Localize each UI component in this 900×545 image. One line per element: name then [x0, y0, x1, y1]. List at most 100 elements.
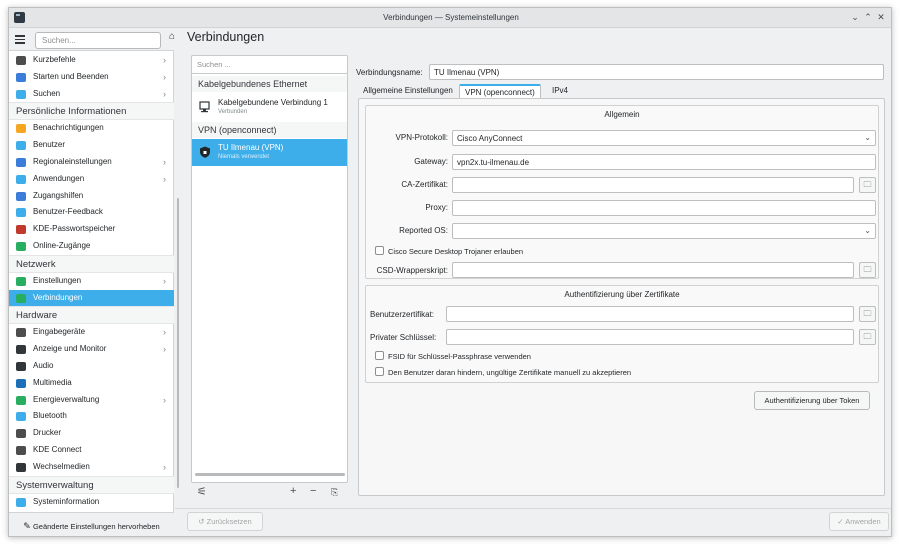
add-connection-icon[interactable]: + — [290, 485, 296, 497]
token-auth-button[interactable]: Authentifizierung über Token — [754, 391, 870, 410]
chevron-right-icon: › — [163, 327, 166, 338]
configure-connections-icon[interactable]: ⚟ — [197, 485, 207, 498]
sidebar-item-suchen[interactable]: Suchen › — [9, 86, 174, 103]
connection-category-ethernet: Kabelgebundenes Ethernet — [192, 76, 347, 92]
search-icon — [16, 89, 26, 99]
sidebar-item-kde-connect[interactable]: KDE Connect — [9, 442, 174, 459]
csd-script-input[interactable] — [452, 262, 854, 278]
checkbox-box[interactable] — [375, 246, 384, 255]
sidebar-item-label: Suchen — [33, 88, 61, 98]
minimize-icon[interactable]: ⌄ — [849, 11, 861, 23]
sidebar-item-anzeige-und-monitor[interactable]: Anzeige und Monitor › — [9, 341, 174, 358]
sidebar-item-multimedia[interactable]: Multimedia — [9, 375, 174, 392]
keyboard-icon — [16, 56, 26, 65]
connection-name-label: Verbindungsname: — [356, 68, 423, 77]
sidebar-item-drucker[interactable]: Drucker — [9, 425, 174, 442]
checkbox-box[interactable] — [375, 367, 384, 376]
vpn-shield-icon — [200, 146, 210, 158]
sidebar-item-audio[interactable]: Audio — [9, 358, 174, 375]
tab-ipv4[interactable]: IPv4 — [547, 84, 573, 99]
sidebar-item-kde-passwortspeicher[interactable]: KDE-Passwortspeicher — [9, 221, 174, 238]
csd-script-label: CSD-Wrapperskript: — [376, 266, 448, 275]
info-icon — [16, 497, 26, 507]
bell-icon — [16, 124, 26, 134]
prevent-user-label: Den Benutzer daran hindern, ungültige Ze… — [388, 368, 632, 377]
sidebar-item-label: Benutzer — [33, 140, 66, 150]
csd-trojan-checkbox[interactable]: Cisco Secure Desktop Trojaner erlauben — [375, 246, 523, 256]
user-cert-browse-button[interactable]: 🗀 — [859, 306, 876, 322]
user-cert-input[interactable] — [446, 306, 854, 322]
sidebar-item-zugangshilfen[interactable]: Zugangshilfen — [9, 188, 174, 205]
sidebar-item-label: Kurzbefehle — [33, 55, 76, 64]
hamburger-menu-icon[interactable] — [15, 35, 25, 44]
sidebar-item-einstellungen[interactable]: Einstellungen › — [9, 273, 174, 290]
apply-button[interactable]: ✓ Anwenden — [829, 512, 889, 531]
sidebar-item-verbindungen[interactable]: Verbindungen — [9, 289, 174, 307]
ca-cert-browse-button[interactable]: 🗀 — [859, 177, 876, 193]
pen-icon: ✎ — [23, 521, 31, 531]
sidebar-item-wechselmedien[interactable]: Wechselmedien › — [9, 459, 174, 476]
private-key-input[interactable] — [446, 329, 854, 345]
sidebar-item-label: Einstellungen — [33, 275, 82, 285]
gateway-input[interactable]: vpn2x.tu-ilmenau.de — [452, 154, 876, 170]
proxy-input[interactable] — [452, 200, 876, 216]
home-icon[interactable]: ⌂ — [169, 31, 180, 42]
sidebar-item-energieverwaltung[interactable]: Energieverwaltung › — [9, 392, 174, 409]
vpn-protocol-select[interactable]: Cisco AnyConnect ⌄ — [452, 130, 876, 146]
sidebar-item-anwendungen[interactable]: Anwendungen › — [9, 171, 174, 188]
gateway-label: Gateway: — [414, 157, 448, 166]
sidebar-item-label: Audio — [33, 360, 54, 370]
cert-auth-group-title: Authentifizierung über Zertifikate — [564, 290, 680, 299]
sidebar-item-systeminformation[interactable]: Systeminformation — [9, 494, 174, 511]
csd-trojan-label: Cisco Secure Desktop Trojaner erlauben — [388, 247, 524, 256]
title-bar: Verbindungen — Systemeinstellungen ⌄ ⌃ ✕ — [9, 8, 891, 28]
sidebar-item-label: Anwendungen — [33, 173, 85, 183]
sidebar-item-label: Regionaleinstellungen — [33, 156, 112, 166]
connection-item-vpn[interactable]: TU Ilmenau (VPN) Niemals verwendet — [192, 139, 347, 166]
tab-vpn-openconnect[interactable]: VPN (openconnect) — [459, 84, 541, 99]
sidebar-scrollbar[interactable] — [177, 198, 179, 488]
connection-name: TU Ilmenau (VPN) — [218, 143, 284, 152]
remove-connection-icon[interactable]: − — [310, 485, 316, 497]
chevron-right-icon: › — [163, 55, 166, 65]
checkbox-box[interactable] — [375, 351, 384, 360]
close-icon[interactable]: ✕ — [875, 11, 887, 23]
fsid-checkbox[interactable]: FSID für Schlüssel-Passphrase verwenden — [375, 351, 531, 361]
chevron-right-icon: › — [163, 88, 166, 99]
connection-status: Verbunden — [218, 109, 248, 115]
connection-list-scrollbar[interactable] — [195, 473, 345, 476]
phone-icon — [16, 445, 26, 455]
export-connection-icon[interactable]: ⎘ — [331, 487, 338, 498]
reported-os-select[interactable]: ⌄ — [452, 223, 876, 239]
sidebar-item-benutzer[interactable]: Benutzer — [9, 137, 174, 154]
sidebar-item-label: Multimedia — [33, 377, 72, 387]
connection-item-ethernet[interactable]: Kabelgebundene Verbindung 1 Verbunden — [192, 94, 347, 121]
reset-button[interactable]: ↺ Zurücksetzen — [187, 512, 263, 531]
sidebar-item-benachrichtigungen[interactable]: Benachrichtigungen — [9, 120, 174, 137]
csd-script-browse-button[interactable]: 🗀 — [859, 262, 876, 278]
sidebar-item-eingabegeräte[interactable]: Eingabegeräte › — [9, 324, 174, 341]
sidebar-item-kurzbefehle[interactable]: Kurzbefehle › — [9, 52, 174, 69]
connection-search-input[interactable]: Suchen ... — [191, 55, 348, 74]
display-icon — [16, 345, 26, 355]
chevron-down-icon: ⌄ — [864, 226, 871, 235]
highlight-changes-button[interactable]: ✎ Geänderte Einstellungen hervorheben — [9, 512, 174, 536]
sidebar-item-bluetooth[interactable]: Bluetooth — [9, 408, 174, 425]
maximize-icon[interactable]: ⌃ — [862, 11, 874, 23]
connection-name-input[interactable]: TU Ilmenau (VPN) — [429, 64, 884, 80]
sidebar-item-starten-und-beenden[interactable]: Starten und Beenden › — [9, 69, 174, 86]
sidebar-search-input[interactable]: Suchen... — [35, 32, 161, 49]
chevron-right-icon: › — [163, 156, 166, 167]
tab-general[interactable]: Allgemeine Einstellungen — [358, 84, 458, 99]
vpn-protocol-label: VPN-Protokoll: — [395, 133, 448, 142]
sidebar-item-label: KDE-Passwortspeicher — [33, 224, 116, 234]
ca-cert-input[interactable] — [452, 177, 854, 193]
folder-icon: 🗀 — [863, 309, 872, 318]
sidebar-item-online-zugänge[interactable]: Online-Zugänge — [9, 238, 174, 255]
prevent-user-checkbox[interactable]: Den Benutzer daran hindern, ungültige Ze… — [375, 367, 631, 377]
sidebar-item-benutzer-feedback[interactable]: Benutzer-Feedback — [9, 204, 174, 221]
sidebar-header: Suchen... — [9, 29, 174, 51]
private-key-browse-button[interactable]: 🗀 — [859, 329, 876, 345]
settings-window: Verbindungen — Systemeinstellungen ⌄ ⌃ ✕… — [8, 7, 892, 537]
sidebar-item-regionaleinstellungen[interactable]: Regionaleinstellungen › — [9, 154, 174, 171]
